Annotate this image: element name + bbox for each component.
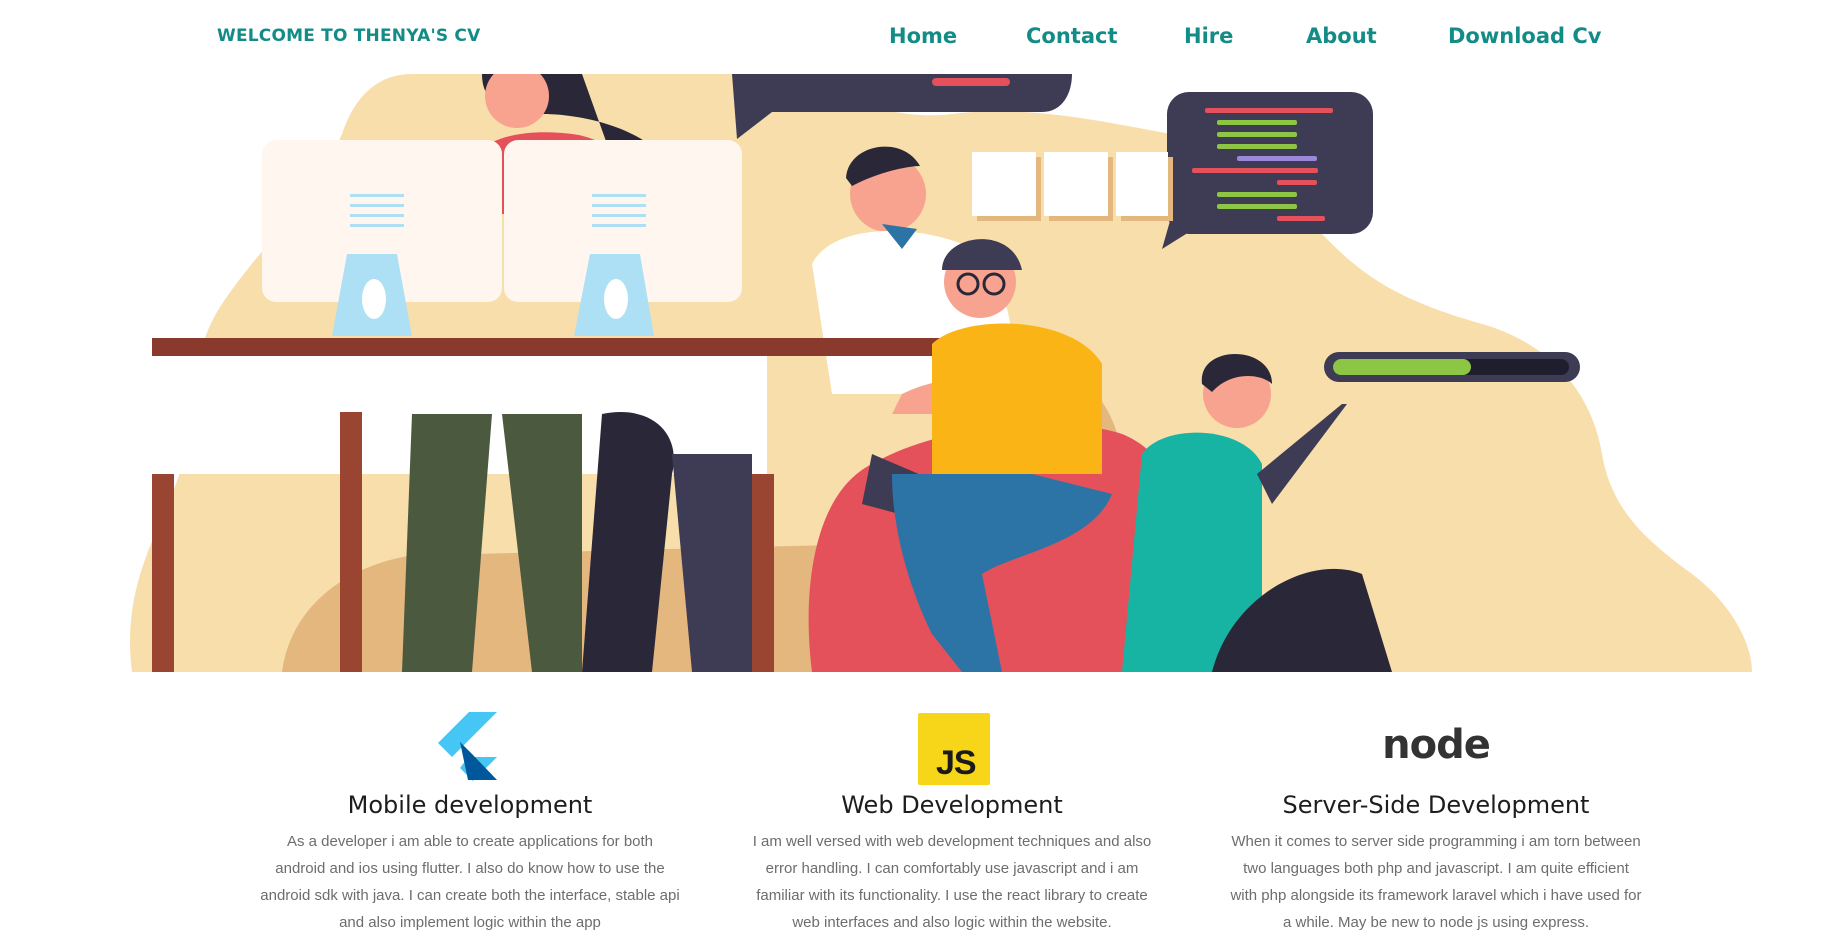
sticky-note [1116, 152, 1168, 216]
nav-link-download-cv[interactable]: Download Cv [1448, 24, 1601, 48]
code-bubble [1167, 92, 1373, 234]
flutter-logo-icon [230, 700, 710, 790]
top-navbar: WELCOME TO THENYA'S CV Home Contact Hire… [0, 0, 1840, 74]
nav-link-hire[interactable]: Hire [1184, 24, 1233, 48]
hero-illustration [112, 74, 1752, 672]
feature-mobile-development: Mobile development As a developer i am a… [230, 700, 710, 936]
feature-title: Server-Side Development [1282, 791, 1590, 819]
nav-link-home[interactable]: Home [889, 24, 957, 48]
sticky-note [972, 152, 1036, 216]
progress-bar-fill [1333, 359, 1471, 375]
feature-description: When it comes to server side programming… [1230, 833, 1642, 931]
feature-title: Web Development [841, 791, 1063, 819]
sticky-note [1044, 152, 1108, 216]
desk [152, 338, 962, 356]
feature-description: As a developer i am able to create appli… [260, 833, 680, 931]
developers-team-illustration [130, 74, 1752, 672]
nav-link-about[interactable]: About [1306, 24, 1377, 48]
nav-link-contact[interactable]: Contact [1026, 24, 1118, 48]
feature-web-development: JS Web Development I am well versed with… [712, 700, 1192, 936]
feature-server-side-development: node Server-Side Development When it com… [1196, 700, 1676, 936]
feature-title: Mobile development [347, 791, 593, 819]
services-section: Mobile development As a developer i am a… [0, 700, 1840, 948]
nodejs-logo-icon: node [1382, 722, 1491, 768]
feature-description: I am well versed with web development te… [752, 833, 1152, 931]
nav-links: Home Contact Hire About Download Cv [0, 24, 1840, 54]
javascript-logo-icon: JS [712, 700, 1192, 790]
